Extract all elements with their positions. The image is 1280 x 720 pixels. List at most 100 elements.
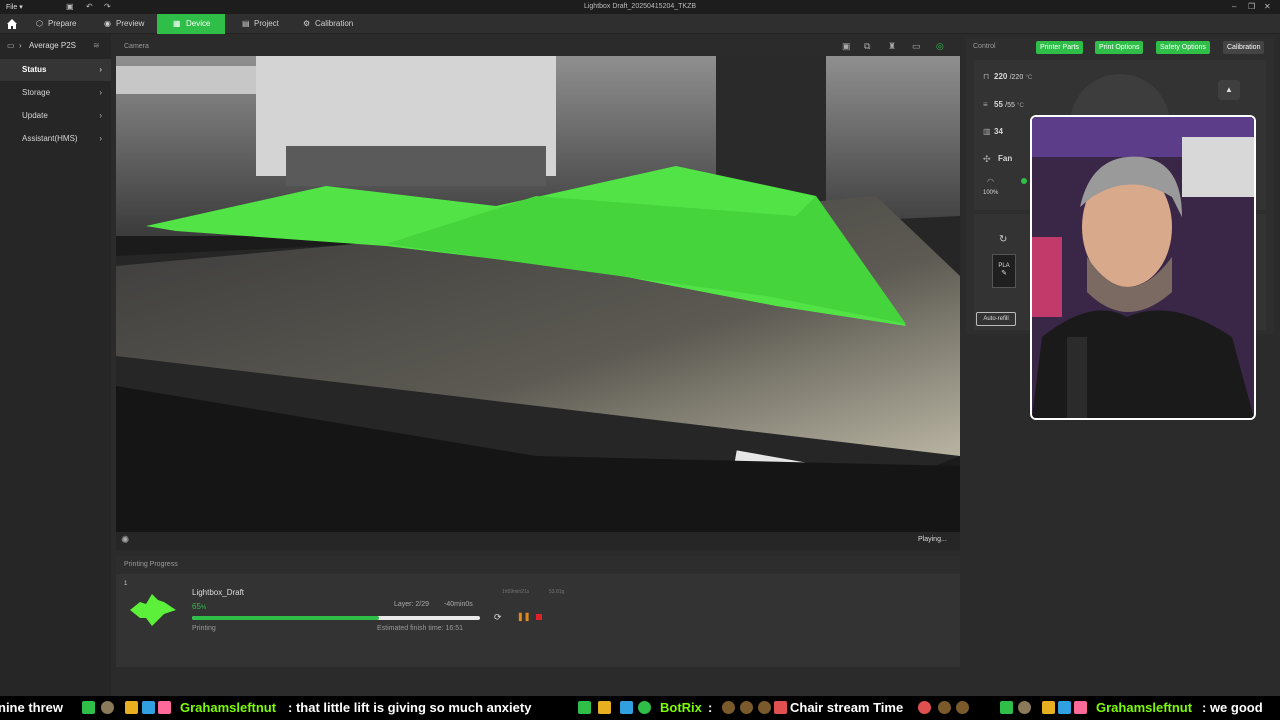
pause-button[interactable]: ❚❚ <box>517 612 530 621</box>
emote-icon <box>938 701 951 714</box>
emote-icon <box>918 701 931 714</box>
emote-icon <box>142 701 155 714</box>
main-nav: ⬡ Prepare ◉ Preview ▦ Device ▤ Project ⚙ Cali… <box>0 14 1280 34</box>
print-state: Printing <box>192 625 216 632</box>
layer-info: Layer: 2/29 <box>394 601 430 608</box>
sidebar-item-update[interactable]: Update › <box>0 105 111 127</box>
emote-icon <box>1018 701 1031 714</box>
minimize-icon[interactable]: – <box>1232 2 1236 11</box>
chat-message: : we good <box>1202 700 1263 715</box>
filament-slot[interactable]: PLA ✎ <box>992 254 1016 288</box>
chevron-right-icon: › <box>19 41 22 50</box>
emote-icon <box>1074 701 1087 714</box>
nozzle-temp: 220 /220 °C <box>994 72 1033 81</box>
safety-options-button[interactable]: Safety Options <box>1156 41 1210 54</box>
wifi-icon: ≋ <box>93 41 100 50</box>
emote-icon <box>740 701 753 714</box>
printer-parts-button[interactable]: Printer Parts <box>1036 41 1083 54</box>
fan-speed: 100% <box>983 190 999 196</box>
progress-title: Printing Progress <box>116 556 960 574</box>
emote-icon <box>125 701 138 714</box>
emote-icon <box>956 701 969 714</box>
chevron-right-icon: › <box>99 111 102 120</box>
emote-icon <box>598 701 611 714</box>
calibration-button[interactable]: Calibration <box>1223 41 1265 54</box>
recording-icon[interactable]: ⧉ <box>864 41 870 52</box>
emote-icon <box>620 701 633 714</box>
emote-icon <box>158 701 171 714</box>
chat-ticker: nine threw Grahamsleftnut : that little … <box>0 696 1280 720</box>
device-selector[interactable]: ▭ › Average P2S ≋ <box>0 38 111 54</box>
sidebar-item-status[interactable]: Status › <box>0 59 111 81</box>
eye-icon: ◉ <box>104 19 111 28</box>
maximize-icon[interactable]: ❐ <box>1248 2 1255 11</box>
chat-username: BotRix <box>660 700 702 715</box>
chamber-icon: ▥ <box>983 127 991 136</box>
print-options-button[interactable]: Print Options <box>1095 41 1144 54</box>
rotate-icon[interactable]: ↻ <box>999 234 1007 245</box>
emote-icon <box>578 701 591 714</box>
video-icon[interactable]: ▭ <box>912 41 921 52</box>
estimated-finish: Estimated finish time: 16:51 <box>377 625 463 632</box>
live-status-icon: ◎ <box>936 41 944 51</box>
emote-icon <box>1058 701 1071 714</box>
chat-message: : that little lift is giving so much anx… <box>288 700 532 715</box>
fan-status-icon <box>1021 178 1027 184</box>
chat-username: Grahamsleftnut <box>1096 700 1193 715</box>
chat-message: Chair stream Time <box>790 700 904 715</box>
camera-header: Camera ▣ ⧉ ♜ ▭ ◎ <box>116 38 960 56</box>
auto-refill-button[interactable]: Auto-refill <box>976 312 1016 326</box>
remaining-time: -40min0s <box>444 601 473 608</box>
close-icon[interactable]: ✕ <box>1264 2 1271 11</box>
edit-icon: ✎ <box>1001 270 1007 277</box>
ticker-fragment: nine threw <box>0 700 64 715</box>
fan-icon: ✣ <box>983 154 991 164</box>
home-icon[interactable] <box>6 17 18 29</box>
emote-icon <box>82 701 95 714</box>
settings-icon[interactable]: ✺ <box>121 535 129 546</box>
chat-message: : <box>708 700 713 715</box>
progress-bar-fill <box>192 616 380 620</box>
tab-prepare[interactable]: ⬡ Prepare <box>34 14 92 34</box>
emote-icon <box>774 701 787 714</box>
filament-weight: 53.81g <box>549 589 565 595</box>
webcam-image <box>1032 117 1254 418</box>
stop-button[interactable] <box>536 614 542 620</box>
camera-feed <box>116 56 960 532</box>
printing-progress-panel: Printing Progress 1 Lightbox_Draft 65% P… <box>116 556 960 667</box>
job-name: Lightbox_Draft <box>192 588 245 597</box>
chevron-right-icon: › <box>99 134 102 143</box>
nozzle-icon: ⊓ <box>983 72 990 81</box>
camera-title: Camera <box>124 43 149 50</box>
chevron-right-icon: › <box>99 88 102 97</box>
device-icon: ▦ <box>173 19 181 28</box>
tab-preview[interactable]: ◉ Preview <box>102 14 156 34</box>
device-name: Average P2S <box>29 41 76 50</box>
tab-device[interactable]: ▦ Device <box>157 14 225 34</box>
control-title: Control <box>973 43 996 50</box>
timelapse-icon[interactable]: ▣ <box>842 41 851 52</box>
sidebar-item-storage[interactable]: Storage › <box>0 82 111 104</box>
print-time: 1h59min21s <box>502 589 530 595</box>
tab-calibration[interactable]: ⚙ Calibration <box>301 14 371 34</box>
tab-project[interactable]: ▤ Project <box>240 14 294 34</box>
emote-icon <box>1000 701 1013 714</box>
sidebar: ▭ › Average P2S ≋ Status › Storage › Updat… <box>0 34 111 696</box>
cube-icon: ⬡ <box>36 19 43 28</box>
calibration-icon: ⚙ <box>303 19 311 28</box>
fan-gauge-icon: ◠ <box>987 177 994 186</box>
fan-label: Fan <box>998 154 1013 163</box>
emote-icon <box>638 701 651 714</box>
progress-bar <box>192 616 480 620</box>
camera-image <box>116 56 960 532</box>
sidebar-item-assistant[interactable]: Assistant(HMS) › <box>0 128 111 150</box>
light-icon[interactable]: ♜ <box>888 41 896 52</box>
bed-icon: ≡ <box>983 100 988 109</box>
refresh-icon[interactable]: ⟳ <box>494 612 502 623</box>
z-up-button[interactable]: ▲ <box>1218 80 1240 100</box>
camera-footer: ✺ Playing... <box>116 532 960 550</box>
chevron-right-icon: › <box>99 65 102 74</box>
plate-number: 1 <box>124 581 128 587</box>
printer-icon: ▭ <box>7 41 15 50</box>
emote-icon <box>722 701 735 714</box>
